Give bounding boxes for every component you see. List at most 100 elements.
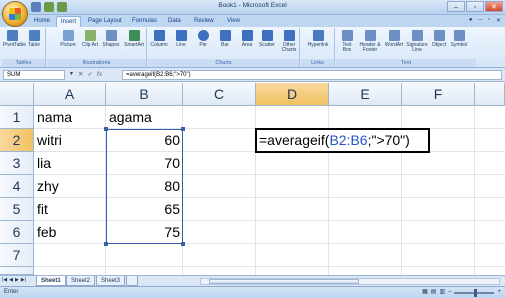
close-workbook-icon[interactable]: ✕ [496, 17, 501, 24]
next-sheet-icon[interactable]: ▶ [15, 277, 19, 283]
range-handle[interactable] [181, 242, 185, 246]
tab-insert[interactable]: Insert [56, 16, 82, 27]
name-box-dropdown-icon[interactable]: ▼ [69, 71, 74, 77]
cell-a3[interactable]: lia [34, 152, 106, 175]
select-all-corner[interactable] [0, 83, 34, 106]
cell-b4[interactable]: 80 [106, 175, 183, 198]
other-charts-icon [283, 30, 295, 41]
enter-icon[interactable]: ✓ [87, 70, 92, 80]
cell-b6[interactable]: 75 [106, 221, 183, 244]
column-header-b[interactable]: B [106, 83, 183, 106]
scrollbar-thumb[interactable] [209, 279, 359, 284]
textbox-button[interactable]: Text Box [338, 30, 356, 53]
pivottable-button[interactable]: PivotTable [3, 30, 26, 48]
scatter-chart-icon [261, 30, 273, 41]
range-handle[interactable] [181, 127, 185, 131]
cell-a1[interactable]: nama [34, 106, 106, 129]
zoom-in-icon[interactable]: + [497, 287, 501, 298]
shapes-button[interactable]: Shapes [102, 30, 120, 48]
row-header-8[interactable] [0, 267, 34, 275]
close-button[interactable]: ✕ [485, 1, 503, 12]
cell-b3[interactable]: 70 [106, 152, 183, 175]
signature-line-button[interactable]: Signature Line [406, 30, 428, 53]
tab-formulas[interactable]: Formulas [128, 16, 161, 27]
first-sheet-icon[interactable]: |◀ [2, 277, 7, 283]
group-label-text: Text [336, 59, 476, 67]
view-normal-icon[interactable]: ▦ [422, 287, 428, 298]
tab-data[interactable]: Data [164, 16, 185, 27]
restore-workbook-icon[interactable]: ▫ [488, 17, 490, 24]
scatter-chart-button[interactable]: Scatter [258, 30, 276, 48]
formula-input[interactable]: =averageif(B2:B6;">70") [122, 70, 502, 80]
tab-page-layout[interactable]: Page Layout [84, 16, 126, 27]
sheet-tab-bar: |◀ ◀ ▶ ▶| Sheet1 Sheet2 Sheet3 [0, 275, 505, 286]
maximize-button[interactable]: ▫ [466, 1, 484, 12]
row-header-2[interactable]: 2 [0, 129, 34, 152]
insert-function-icon[interactable]: fx [97, 70, 102, 80]
cell-b1[interactable]: agama [106, 106, 183, 129]
tab-view[interactable]: View [223, 16, 244, 27]
table-button[interactable]: Table [25, 30, 43, 48]
area-chart-button[interactable]: Area [238, 30, 256, 48]
bar-chart-button[interactable]: Bar [216, 30, 234, 48]
range-handle[interactable] [104, 127, 108, 131]
row-header-4[interactable]: 4 [0, 175, 34, 198]
horizontal-scrollbar[interactable] [200, 278, 500, 285]
line-chart-button[interactable]: Line [172, 30, 190, 48]
row-header-3[interactable]: 3 [0, 152, 34, 175]
view-pagebreak-icon[interactable]: ▥ [439, 287, 445, 298]
column-header-a[interactable]: A [34, 83, 106, 106]
active-cell-editor[interactable]: =averageif(B2:B6;">70") [255, 128, 430, 153]
column-header-d[interactable]: D [256, 83, 329, 106]
view-layout-icon[interactable]: ▤ [431, 287, 437, 298]
row-header-5[interactable]: 5 [0, 198, 34, 221]
column-chart-button[interactable]: Column [150, 30, 168, 48]
cell-b5[interactable]: 65 [106, 198, 183, 221]
zoom-out-icon[interactable]: – [448, 287, 451, 298]
symbol-button[interactable]: Symbol [450, 30, 468, 48]
title-bar: Book1 - Microsoft Excel – ▫ ✕ [0, 0, 505, 27]
prev-sheet-icon[interactable]: ◀ [9, 277, 13, 283]
clipart-button[interactable]: Clip Art [81, 30, 99, 48]
zoom-control: ▦ ▤ ▥ – + [422, 287, 501, 298]
group-links: Hyperlink Links [301, 28, 335, 67]
name-box[interactable]: SUM [3, 70, 65, 80]
other-charts-button[interactable]: Other Charts [279, 30, 299, 53]
cell-a2[interactable]: witri [34, 129, 106, 152]
row-header-6[interactable]: 6 [0, 221, 34, 244]
line-chart-icon [175, 30, 187, 41]
cell-b2[interactable]: 60 [106, 129, 183, 152]
zoom-slider[interactable] [454, 288, 495, 297]
sheet-tab-1[interactable]: Sheet1 [36, 276, 66, 286]
wordart-button[interactable]: WordArt [384, 30, 404, 48]
row-header-1[interactable]: 1 [0, 106, 34, 129]
cancel-icon[interactable]: ✕ [78, 70, 83, 80]
column-header-c[interactable]: C [183, 83, 256, 106]
office-button[interactable] [2, 1, 28, 27]
tab-review[interactable]: Review [190, 16, 218, 27]
header-footer-button[interactable]: Header & Footer [358, 30, 382, 53]
row-header-7[interactable]: 7 [0, 244, 34, 267]
sheet-tab-3[interactable]: Sheet3 [96, 276, 126, 286]
object-button[interactable]: Object [430, 30, 448, 48]
insert-sheet-icon[interactable] [126, 276, 138, 286]
help-icon[interactable]: ● [469, 17, 473, 24]
zoom-slider-knob[interactable] [474, 288, 478, 297]
cell-a5[interactable]: fit [34, 198, 106, 221]
last-sheet-icon[interactable]: ▶| [21, 277, 26, 283]
tab-home[interactable]: Home [30, 16, 54, 27]
sheet-tab-2[interactable]: Sheet2 [66, 276, 96, 286]
column-header-f[interactable]: F [402, 83, 475, 106]
minimize-workbook-icon[interactable]: – [478, 17, 481, 24]
cell-a4[interactable]: zhy [34, 175, 106, 198]
pie-chart-button[interactable]: Pie [194, 30, 212, 48]
formula-buttons: ✕ ✓ fx [78, 70, 102, 80]
column-header-e[interactable]: E [329, 83, 402, 106]
column-header-g[interactable] [475, 83, 505, 106]
picture-button[interactable]: Picture [59, 30, 77, 48]
minimize-button[interactable]: – [447, 1, 465, 12]
range-handle[interactable] [104, 242, 108, 246]
cell-a6[interactable]: feb [34, 221, 106, 244]
smartart-button[interactable]: SmartArt [123, 30, 145, 48]
hyperlink-button[interactable]: Hyperlink [306, 30, 330, 48]
